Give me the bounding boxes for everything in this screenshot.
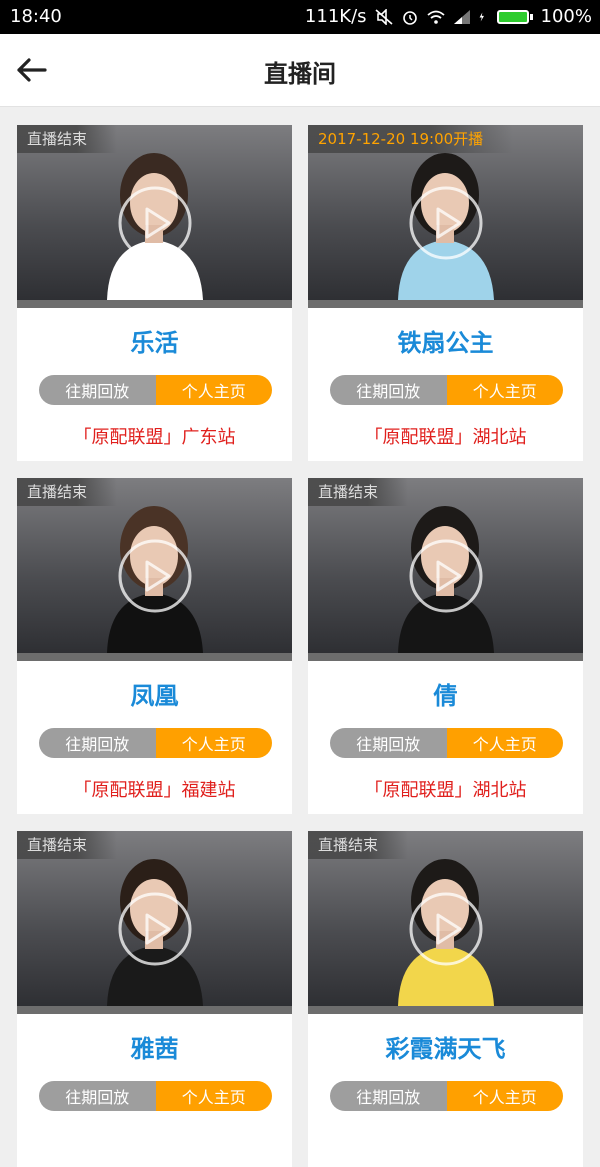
thumbnail-bottom-bar — [308, 653, 583, 661]
video-thumbnail[interactable]: 直播结束 — [308, 831, 583, 1014]
play-icon[interactable] — [117, 891, 193, 967]
profile-button[interactable]: 个人主页 — [446, 728, 563, 758]
streamer-name[interactable]: 乐活 — [17, 323, 292, 358]
live-status-tag: 直播结束 — [308, 478, 409, 506]
profile-button[interactable]: 个人主页 — [446, 375, 563, 405]
live-status-tag: 直播结束 — [17, 478, 118, 506]
header: 直播间 — [0, 34, 600, 107]
play-icon[interactable] — [408, 538, 484, 614]
alarm-icon — [402, 10, 417, 25]
organization-label: 「原配联盟」广东站 — [73, 427, 236, 448]
organization-label: 「原配联盟」湖北站 — [364, 427, 527, 448]
live-status-tag: 直播结束 — [17, 831, 118, 859]
live-status-tag: 直播结束 — [17, 125, 118, 153]
thumbnail-bottom-bar — [17, 300, 292, 308]
live-status-tag: 直播结束 — [308, 831, 409, 859]
play-icon[interactable] — [408, 185, 484, 261]
organization-label: 「原配联盟」湖北站 — [364, 780, 527, 801]
thumbnail-bottom-bar — [308, 300, 583, 308]
replay-button[interactable]: 往期回放 — [39, 375, 156, 405]
profile-button[interactable]: 个人主页 — [446, 1081, 563, 1111]
streamer-card[interactable]: 直播结束雅茜往期回放 个人主页 — [17, 831, 292, 1167]
live-status-tag: 2017-12-20 19:00开播 — [308, 125, 514, 153]
video-thumbnail[interactable]: 直播结束 — [17, 831, 292, 1014]
streamer-card[interactable]: 直播结束乐活往期回放 个人主页「原配联盟」广东站 — [17, 125, 292, 461]
signal-icon — [453, 9, 470, 24]
wifi-icon — [426, 10, 445, 24]
play-icon[interactable] — [117, 538, 193, 614]
action-buttons: 往期回放 个人主页 — [330, 375, 563, 405]
thumbnail-bottom-bar — [308, 1006, 583, 1014]
profile-button[interactable]: 个人主页 — [155, 1081, 272, 1111]
streamer-name[interactable]: 凤凰 — [17, 676, 292, 711]
streamer-card[interactable]: 直播结束彩霞满天飞往期回放 个人主页 — [308, 831, 583, 1167]
action-buttons: 往期回放 个人主页 — [330, 728, 563, 758]
action-buttons: 往期回放 个人主页 — [39, 1081, 272, 1111]
page-title: 直播间 — [264, 60, 336, 88]
mute-icon — [375, 8, 393, 25]
streamer-name[interactable]: 倩 — [308, 676, 583, 711]
video-thumbnail[interactable]: 直播结束 — [308, 478, 583, 661]
streamer-name[interactable]: 雅茜 — [17, 1029, 292, 1064]
profile-button[interactable]: 个人主页 — [155, 375, 272, 405]
video-thumbnail[interactable]: 直播结束 — [17, 125, 292, 308]
battery-icon — [496, 9, 533, 24]
charging-icon — [479, 12, 484, 21]
action-buttons: 往期回放 个人主页 — [39, 375, 272, 405]
action-buttons: 往期回放 个人主页 — [39, 728, 272, 758]
replay-button[interactable]: 往期回放 — [330, 375, 447, 405]
play-icon[interactable] — [408, 891, 484, 967]
video-thumbnail[interactable]: 2017-12-20 19:00开播 — [308, 125, 583, 308]
thumbnail-bottom-bar — [17, 653, 292, 661]
thumbnail-bottom-bar — [17, 1006, 292, 1014]
network-speed: 111K/s — [304, 6, 367, 27]
replay-button[interactable]: 往期回放 — [330, 1081, 447, 1111]
replay-button[interactable]: 往期回放 — [330, 728, 447, 758]
organization-label: 「原配联盟」福建站 — [73, 780, 236, 801]
profile-button[interactable]: 个人主页 — [155, 728, 272, 758]
replay-button[interactable]: 往期回放 — [39, 1081, 156, 1111]
streamer-card[interactable]: 直播结束凤凰往期回放 个人主页「原配联盟」福建站 — [17, 478, 292, 814]
streamer-name[interactable]: 彩霞满天飞 — [308, 1029, 583, 1064]
play-icon[interactable] — [117, 185, 193, 261]
replay-button[interactable]: 往期回放 — [39, 728, 156, 758]
action-buttons: 往期回放 个人主页 — [330, 1081, 563, 1111]
video-thumbnail[interactable]: 直播结束 — [17, 478, 292, 661]
battery-level: 100% — [540, 6, 592, 27]
status-time: 18:40 — [10, 6, 62, 27]
streamer-card[interactable]: 直播结束倩往期回放 个人主页「原配联盟」湖北站 — [308, 478, 583, 814]
streamer-card[interactable]: 2017-12-20 19:00开播铁扇公主往期回放 个人主页「原配联盟」湖北站 — [308, 125, 583, 461]
status-bar: 18:40 111K/s 100% — [0, 0, 600, 34]
status-icons: 111K/s 100% — [305, 6, 592, 27]
streamer-name[interactable]: 铁扇公主 — [308, 323, 583, 358]
